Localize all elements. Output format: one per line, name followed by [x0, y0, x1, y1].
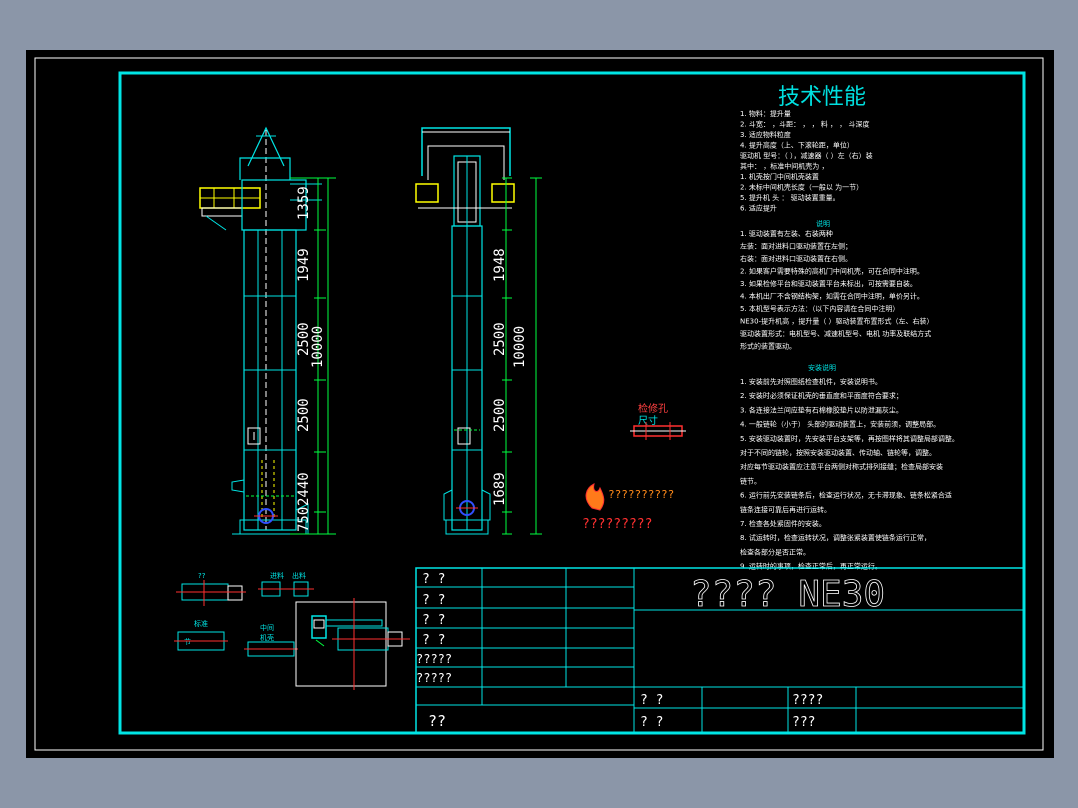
- spec-note-7: NE30-提升机高 ，提升量（ ）驱动装置布置形式（左、右装）: [740, 317, 934, 326]
- spec-install-line-1: 2. 安装时必须保证机壳的垂直度和平面度符合要求；: [740, 391, 903, 400]
- spec-line-7: 2. 未标中间机壳长度（一般以 为一节）: [740, 183, 863, 192]
- spec-line-9: 6. 适应提升: [740, 204, 777, 213]
- dim-right-4: 1689: [492, 472, 508, 506]
- spec-install-line-12: 检查各部分是否正常。: [740, 547, 810, 556]
- spec-line-6: 1. 机壳按门中间机壳装置: [740, 172, 819, 181]
- title-row-4: ? ?: [422, 633, 445, 648]
- dim-right-2: 2500: [492, 322, 508, 356]
- spec-line-4: 驱动机 型号：（ ），减速器（ ）左（右）装: [740, 151, 873, 160]
- spec-note-4: 3. 如果检修平台和驱动装置平台未标出，可按需要自装。: [740, 279, 917, 288]
- title-right-1: ????: [792, 693, 823, 708]
- detail-b1-label: 进料: [270, 571, 284, 580]
- inspection-door-detail: 检修孔 尺寸: [630, 402, 686, 440]
- title-row-6: ?????: [416, 671, 452, 685]
- detail-c1-label: 标准: [194, 619, 208, 628]
- inner-border: [118, 71, 1026, 735]
- logo-text: ??????????: [608, 488, 674, 501]
- elevator-left-dimensions: 1359 1949 2500 10000 2500 2440 750: [296, 186, 326, 532]
- flame-icon: [585, 483, 605, 511]
- spec-install-line-3: 4. 一般链轮（小于） 头部的驱动装置上，安装前须，调整局部。: [740, 420, 940, 429]
- spec-note-6: 5. 本机型号表示方法：（以下内容请在合同中注明）: [740, 304, 899, 313]
- spec-lines: 1. 物料：提升量 2. 斗宽： ，斗距： ， ， 料 ， ， 斗深度3. 适应物…: [740, 109, 873, 213]
- dim-left-5: 2440: [296, 472, 312, 506]
- spec-install-line-10: 7. 检查各处紧固件的安装。: [740, 519, 826, 528]
- spec-install: 1. 安装前先对照图纸检查机件，安装说明书。 2. 安装时必须保证机壳的垂直度和平…: [740, 377, 959, 571]
- spec-install-line-11: 8. 试运转时，检查运转状况，调整张紧装置使链条运行正常，: [740, 533, 931, 542]
- spec-line-0: 1. 物料：提升量: [740, 109, 791, 118]
- title-block: ? ? ? ? ? ? ? ? ????? ????? ?? ???? NE30…: [415, 567, 1025, 734]
- spec-note-1: 左装：面对进料口驱动装置在左侧；: [740, 242, 852, 251]
- spec-line-5: 其中： ，标准中间机壳为 ，: [740, 162, 828, 171]
- spec-line-8: 5. 提升机 头 ： 驱动装置重量。: [740, 193, 840, 202]
- spec-install-line-2: 3. 各连接法兰间应垫有石棉橡胶垫片以防泄漏灰尘。: [740, 405, 903, 414]
- elevator-right-dimensions: 1948 2500 10000 2500 1689: [492, 248, 528, 506]
- logo: ?????????? ?????????: [582, 483, 674, 532]
- title-right-2: ???: [792, 715, 815, 730]
- spec-line-2: 3. 适应物料粒度: [740, 130, 791, 139]
- spec-note-9: 形式的装置驱动。: [740, 342, 796, 351]
- dim-left-2: 1949: [296, 248, 312, 282]
- cad-drawing: 1359 1949 2500 10000 2500 2440 750 1948 …: [34, 57, 1044, 751]
- dim-left-4: 2500: [296, 398, 312, 432]
- spec-notes: 1. 驱动装置有左装、右装两种 左装：面对进料口驱动装置在左侧； 右装：面对进料…: [740, 229, 934, 351]
- dim-left-total: 10000: [310, 326, 326, 368]
- drawing-sheet: 1359 1949 2500 10000 2500 2440 750 1948 …: [26, 50, 1054, 758]
- spec-note-5: 4. 本机出厂不含钢结构架，如需在合同中注明，单价另计。: [740, 292, 924, 301]
- bottom-details: ?? 进料 出料 标准 节 中间 机壳: [174, 571, 410, 690]
- title-row-1: ? ?: [422, 572, 445, 587]
- title-row-7: ??: [428, 712, 446, 730]
- title-mid-1: ? ?: [640, 693, 663, 708]
- spec-line-1: 2. 斗宽： ，斗距： ， ， 料 ， ， 斗深度: [740, 120, 869, 129]
- spec-install-line-13: 9. 运转时的事项，检查正常后，再正常运行。: [740, 562, 882, 571]
- spec-note-8: 驱动装置形式：电机型号、减速机型号、电机 功率及联结方式: [740, 329, 931, 338]
- spec-install-heading: 安装说明: [808, 363, 836, 372]
- spec-install-line-0: 1. 安装前先对照图纸检查机件，安装说明书。: [740, 377, 882, 386]
- spec-note-2: 右装：面对进料口驱动装置在右侧。: [740, 254, 852, 263]
- spec-install-line-7: 链节。: [740, 476, 761, 485]
- dim-right-1: 1948: [492, 248, 508, 282]
- detail-b2-label: 出料: [292, 571, 306, 580]
- spec-install-line-9: 链条连接可靠后再进行运转。: [740, 505, 831, 514]
- tech-spec: 技术性能 1. 物料：提升量2. 斗宽： ，斗距： ， ， 料 ， ， 斗深度3…: [740, 85, 959, 571]
- title-row-2: ? ?: [422, 593, 445, 608]
- detail-label-line1: 检修孔: [638, 402, 668, 415]
- dim-left-6: 750: [296, 507, 312, 532]
- spec-install-line-6: 对应每节驱动装置应注意平台两侧对称式排列接缝；检查局部安装: [740, 462, 943, 471]
- spec-heading: 技术性能: [778, 85, 866, 110]
- title-mid-2: ? ?: [640, 715, 663, 730]
- detail-a-label: ??: [198, 572, 206, 580]
- spec-install-line-8: 6. 运行前先安装链条后，检查运行状况，无卡滞现象、链条松紧合适: [740, 491, 952, 500]
- detail-c2-label: 节: [184, 638, 191, 646]
- title-row-3: ? ?: [422, 613, 445, 628]
- outer-border: [34, 57, 1044, 751]
- dim-left-1: 1359: [296, 186, 312, 220]
- spec-install-line-5: 对于不同的链轮，按照安装驱动装置、传动轴、链轮等，调整。: [740, 448, 936, 457]
- logo-caption: ?????????: [582, 517, 652, 532]
- spec-note-3: 2. 如果客户需要特殊的高机门中间机壳，可在合同中注明。: [740, 267, 924, 276]
- detail-d2-label: 机壳: [260, 633, 274, 642]
- detail-d1-label: 中间: [260, 623, 274, 632]
- title-row-5: ?????: [416, 652, 452, 666]
- spec-note-0: 1. 驱动装置有左装、右装两种: [740, 229, 833, 238]
- spec-install-line-4: 5. 安装驱动装置时，先安装平台支架等，再按图样将其调整局部调整。: [740, 434, 959, 443]
- dim-right-total: 10000: [512, 326, 528, 368]
- spec-note-heading: 说明: [816, 219, 830, 228]
- dim-right-3: 2500: [492, 398, 508, 432]
- drawing-title: ???? NE30: [690, 574, 885, 615]
- detail-label-line2: 尺寸: [638, 414, 658, 427]
- spec-line-3: 4. 提升高度（上、下滚轮距，单位）: [740, 141, 854, 150]
